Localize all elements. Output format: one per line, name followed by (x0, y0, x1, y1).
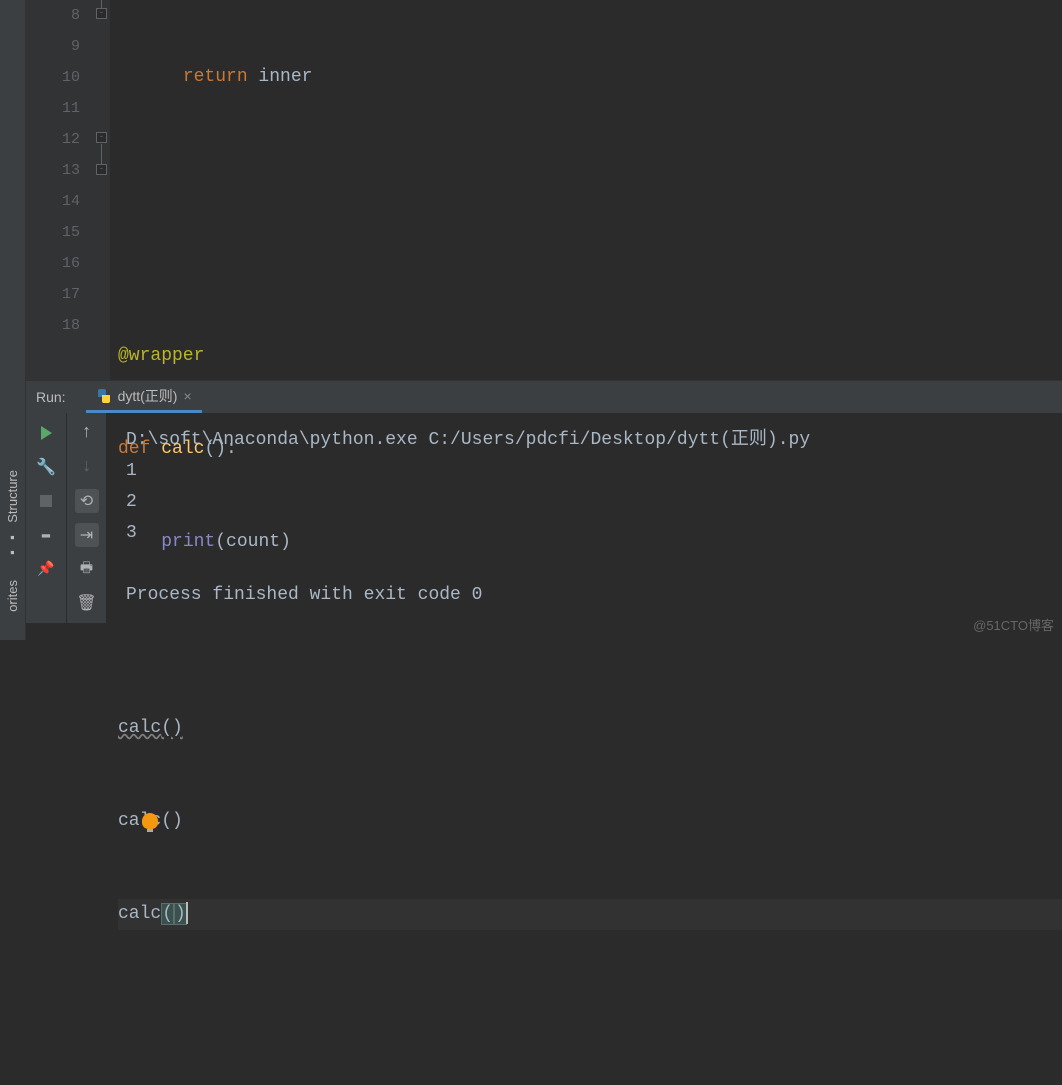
run-tab-name: dytt(正则) (118, 386, 178, 406)
parentheses: () (161, 718, 183, 738)
line-number: 9 (26, 31, 80, 62)
print-icon: 🖶 (80, 557, 93, 581)
python-icon (96, 388, 112, 404)
up-button[interactable]: ↑ (75, 421, 99, 445)
parentheses: () (161, 811, 183, 831)
builtin-print: print (161, 532, 215, 552)
line-number: 14 (26, 186, 80, 217)
watermark: @51CTO博客 (973, 615, 1054, 634)
wrap-icon: ⟲ (80, 491, 93, 511)
run-tab[interactable]: dytt(正则) × (86, 381, 202, 413)
identifier: count (226, 532, 280, 552)
line-number: 8 (26, 0, 80, 31)
keyword-def: def (118, 439, 161, 459)
code-editor[interactable]: 8 9 10 11 12 13 14 15 16 17 18 - - - ret… (0, 0, 1062, 380)
line-number: 17 (26, 279, 80, 310)
fold-start-icon[interactable]: - (96, 132, 107, 143)
layout-button[interactable]: ▬ (34, 523, 58, 547)
soft-wrap-button[interactable]: ⟲ (75, 489, 99, 513)
decorator: @wrapper (118, 346, 204, 366)
fold-gutter: - - - (94, 0, 110, 380)
run-label: Run: (36, 389, 66, 405)
line-number: 13 (26, 155, 80, 186)
pin-button[interactable]: 📌 (34, 557, 58, 581)
run-toolbar-left: 🔧 ▬ 📌 (26, 413, 66, 623)
left-tool-sidebar: ▪▪ Structure orites (0, 0, 26, 640)
line-number: 11 (26, 93, 80, 124)
down-button[interactable]: ↓ (75, 455, 99, 479)
close-icon[interactable]: × (183, 388, 191, 404)
function-call: calc (118, 904, 161, 924)
pin-icon: 📌 (37, 561, 54, 578)
arrow-down-icon: ↓ (81, 457, 92, 477)
run-toolbar-right: ↑ ↓ ⟲ ⇥ 🖶 🗑 (66, 413, 106, 623)
fold-end-icon[interactable]: - (96, 8, 107, 19)
function-name: calc (161, 439, 204, 459)
open-paren: ( (215, 532, 226, 552)
trash-icon: 🗑 (76, 593, 96, 613)
line-number: 12 (26, 124, 80, 155)
trash-button[interactable]: 🗑 (75, 591, 99, 615)
arrow-up-icon: ↑ (81, 423, 92, 443)
line-number: 15 (26, 217, 80, 248)
parentheses: (): (204, 439, 236, 459)
favorites-tool-button[interactable]: orites (5, 580, 20, 612)
play-icon (41, 426, 52, 440)
text-cursor (186, 902, 188, 924)
open-paren: ( (161, 903, 174, 925)
code-content[interactable]: return inner @wrapper def calc(): print(… (110, 0, 1062, 380)
rerun-button[interactable] (34, 421, 58, 445)
line-number: 18 (26, 310, 80, 341)
line-gutter: 8 9 10 11 12 13 14 15 16 17 18 (26, 0, 94, 380)
close-paren: ) (280, 532, 291, 552)
scroll-end-button[interactable]: ⇥ (75, 523, 99, 547)
line-number: 10 (26, 62, 80, 93)
stop-button[interactable] (34, 489, 58, 513)
line-number: 16 (26, 248, 80, 279)
wrench-button[interactable]: 🔧 (34, 455, 58, 479)
fold-end-icon[interactable]: - (96, 164, 107, 175)
keyword-return: return (183, 67, 248, 87)
identifier: inner (248, 67, 313, 87)
layout-icon: ▬ (42, 527, 50, 543)
structure-tool-button[interactable]: ▪▪ Structure (5, 470, 20, 560)
lightbulb-icon[interactable] (142, 813, 158, 829)
wrench-icon: 🔧 (36, 457, 56, 477)
print-button[interactable]: 🖶 (75, 557, 99, 581)
scroll-icon: ⇥ (80, 525, 93, 545)
stop-icon (40, 495, 52, 507)
function-call: calc (118, 718, 161, 738)
